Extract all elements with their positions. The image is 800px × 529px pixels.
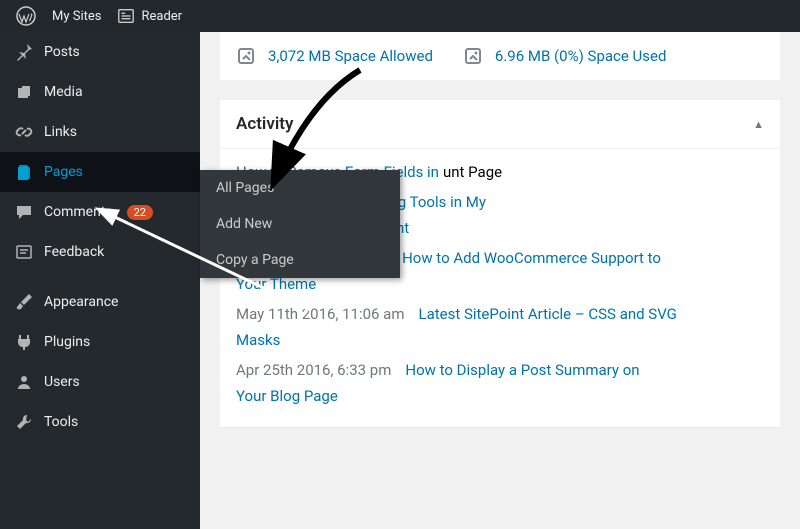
posts-label: Posts bbox=[44, 44, 80, 60]
appearance-label: Appearance bbox=[44, 294, 118, 310]
entry-link[interactable]: How to Display a Post Summary on bbox=[405, 361, 639, 379]
disk-icon bbox=[463, 44, 487, 68]
admin-sidebar: Posts Media Links Pages Comments 22 Feed… bbox=[0, 32, 200, 529]
media-icon bbox=[14, 82, 34, 102]
my-sites-label: My Sites bbox=[52, 9, 101, 24]
pages-icon bbox=[14, 162, 34, 182]
links-label: Links bbox=[44, 124, 77, 140]
sidebar-item-pages[interactable]: Pages bbox=[0, 152, 200, 192]
sidebar-item-feedback[interactable]: Feedback bbox=[0, 232, 200, 272]
activity-entry: May 11th 2016, 11:06 am Latest SitePoint … bbox=[236, 299, 764, 355]
wp-logo[interactable] bbox=[8, 0, 44, 32]
comment-icon bbox=[14, 202, 34, 222]
sidebar-item-media[interactable]: Media bbox=[0, 72, 200, 112]
link-icon bbox=[14, 122, 34, 142]
plugins-label: Plugins bbox=[44, 334, 90, 350]
pages-submenu: All Pages Add New Copy a Page bbox=[200, 170, 400, 278]
entry-date: May 11th 2016, 11:06 am bbox=[236, 305, 405, 323]
space-allowed-link[interactable]: 3,072 MB Space Allowed bbox=[268, 47, 433, 65]
entry-link-cont[interactable]: Masks bbox=[236, 331, 280, 349]
sidebar-item-appearance[interactable]: Appearance bbox=[0, 282, 200, 322]
comments-label: Comments bbox=[44, 204, 113, 220]
entry-link-cont[interactable]: Your Blog Page bbox=[236, 387, 338, 405]
space-allowed: 3,072 MB Space Allowed bbox=[236, 44, 433, 68]
submenu-add-new[interactable]: Add New bbox=[200, 206, 400, 242]
plugin-icon bbox=[14, 332, 34, 352]
storage-widget: 3,072 MB Space Allowed 6.96 MB (0%) Spac… bbox=[220, 32, 780, 80]
entry-link[interactable]: Latest SitePoint Article – CSS and SVG bbox=[419, 305, 677, 323]
entry-date: Apr 25th 2016, 6:33 pm bbox=[236, 361, 391, 379]
content-area: 3,072 MB Space Allowed 6.96 MB (0%) Spac… bbox=[200, 32, 800, 529]
brush-icon bbox=[14, 292, 34, 312]
media-label: Media bbox=[44, 84, 83, 100]
disk-icon bbox=[236, 44, 260, 68]
tools-label: Tools bbox=[44, 414, 78, 430]
entry-link[interactable]: How to Add WooCommerce Support to bbox=[402, 249, 661, 267]
space-used-link[interactable]: 6.96 MB (0%) Space Used bbox=[495, 47, 667, 65]
users-icon bbox=[14, 372, 34, 392]
sidebar-item-tools[interactable]: Tools bbox=[0, 402, 200, 442]
pages-label: Pages bbox=[44, 164, 83, 180]
users-label: Users bbox=[44, 374, 80, 390]
feedback-label: Feedback bbox=[44, 244, 104, 260]
submenu-all-pages[interactable]: All Pages bbox=[200, 170, 400, 206]
activity-entry: Apr 25th 2016, 6:33 pm How to Display a P… bbox=[236, 355, 764, 411]
submenu-copy-page[interactable]: Copy a Page bbox=[200, 242, 400, 278]
comments-badge: 22 bbox=[127, 205, 153, 220]
sidebar-item-users[interactable]: Users bbox=[0, 362, 200, 402]
panel-toggle[interactable]: ▲ bbox=[753, 118, 764, 131]
pin-icon bbox=[14, 42, 34, 62]
topbar-reader[interactable]: Reader bbox=[109, 0, 190, 32]
space-used: 6.96 MB (0%) Space Used bbox=[463, 44, 667, 68]
activity-title: Activity bbox=[236, 114, 293, 134]
sidebar-item-posts[interactable]: Posts bbox=[0, 32, 200, 72]
reader-label: Reader bbox=[141, 9, 182, 24]
tools-icon bbox=[14, 412, 34, 432]
sidebar-item-comments[interactable]: Comments 22 bbox=[0, 192, 200, 232]
topbar-my-sites[interactable]: My Sites bbox=[44, 0, 109, 32]
feedback-icon bbox=[14, 242, 34, 262]
sidebar-item-plugins[interactable]: Plugins bbox=[0, 322, 200, 362]
sidebar-item-links[interactable]: Links bbox=[0, 112, 200, 152]
